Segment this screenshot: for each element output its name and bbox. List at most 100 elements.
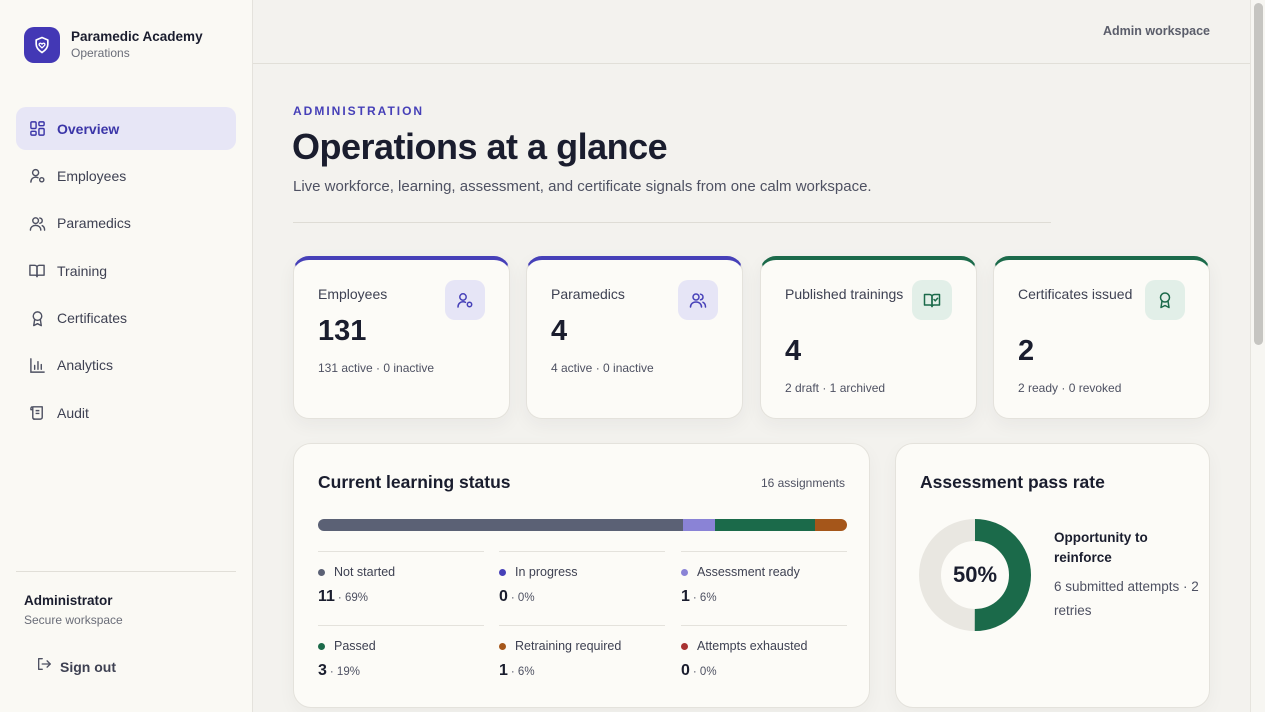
sidebar-item-paramedics[interactable]: Paramedics (16, 202, 236, 245)
user-subtitle: Secure workspace (24, 613, 123, 627)
stat-label: Certificates issued (1018, 286, 1133, 302)
status-label: Retraining required (515, 639, 622, 653)
scrollbar-thumb[interactable] (1254, 3, 1263, 345)
award-icon (1145, 280, 1185, 320)
sidebar-item-certificates[interactable]: Certificates (16, 297, 236, 340)
page-title: Operations at a glance (292, 126, 668, 167)
sidebar-item-training[interactable]: Training (16, 249, 236, 292)
sidebar-item-label: Paramedics (57, 215, 131, 232)
status-count: 11 (318, 588, 335, 605)
status-dot (499, 568, 506, 576)
stat-label: Published trainings (785, 286, 904, 302)
page-scrollbar[interactable] (1250, 0, 1265, 712)
stat-value: 131 (318, 315, 367, 347)
status-count: 0 (681, 662, 690, 679)
status-cell-retraining-required: Retraining required 1 · 6% (499, 625, 665, 679)
heart-shield-icon (24, 27, 60, 63)
book-icon (28, 262, 46, 280)
sidebar-item-analytics[interactable]: Analytics (16, 344, 236, 387)
status-dot (681, 642, 688, 650)
sidebar-item-employees[interactable]: Employees (16, 154, 236, 197)
panel-title: Current learning status (318, 472, 511, 492)
page-subtitle: Live workforce, learning, assessment, an… (293, 178, 872, 195)
progress-segment (683, 519, 715, 531)
status-percent: · 19% (329, 666, 360, 678)
status-label: In progress (515, 565, 578, 579)
status-cell-assessment-ready: Assessment ready 1 · 6% (681, 551, 847, 605)
top-bar: Admin workspace (253, 0, 1250, 64)
learning-progress-bar (318, 519, 847, 531)
user-gear-icon (445, 280, 485, 320)
book-check-icon (912, 280, 952, 320)
stat-note: 4 active · 0 inactive (551, 361, 654, 375)
stat-card-employees[interactable]: Employees 131 131 active · 0 inactive (293, 256, 510, 419)
stat-label: Paramedics (551, 286, 625, 302)
users-icon (28, 214, 46, 232)
brand-name: Paramedic Academy (71, 29, 203, 44)
status-count: 3 (318, 662, 327, 679)
status-count: 1 (681, 588, 690, 605)
panel-title: Assessment pass rate (920, 472, 1105, 492)
stat-note: 131 active · 0 inactive (318, 361, 435, 375)
stat-value: 2 (1018, 335, 1035, 367)
status-count: 1 (499, 662, 508, 679)
sign-out-label: Sign out (60, 658, 116, 675)
sidebar-item-label: Training (57, 262, 108, 279)
status-percent: · 69% (337, 592, 368, 604)
users-icon (678, 280, 718, 320)
sidebar-item-label: Audit (57, 404, 89, 421)
page-eyebrow: ADMINISTRATION (293, 104, 425, 118)
status-label: Assessment ready (697, 565, 800, 579)
status-percent: · 6% (510, 666, 535, 678)
sidebar-nav: Overview Employees Paramedics Training C… (16, 107, 236, 439)
stat-note: 2 draft · 1 archived (785, 381, 886, 395)
progress-segment (815, 519, 847, 531)
status-percent: · 6% (692, 592, 717, 604)
status-label: Passed (334, 639, 376, 653)
header-divider (293, 222, 1051, 223)
stat-card-published-trainings[interactable]: Published trainings 4 2 draft · 1 archiv… (760, 256, 977, 419)
progress-segment (714, 519, 816, 531)
stat-value: 4 (785, 335, 802, 367)
sidebar-item-label: Overview (57, 120, 120, 137)
sidebar: Paramedic Academy Operations Overview Em… (0, 0, 253, 712)
sidebar-item-audit[interactable]: Audit (16, 391, 236, 434)
brand[interactable]: Paramedic Academy Operations (24, 27, 203, 63)
stat-card-certificates-issued[interactable]: Certificates issued 2 2 ready · 0 revoke… (993, 256, 1210, 419)
progress-segment (318, 519, 683, 531)
workspace-label[interactable]: Admin workspace (1103, 24, 1210, 38)
status-cell-in-progress: In progress 0 · 0% (499, 551, 665, 605)
status-cell-not-started: Not started 11 · 69% (318, 551, 484, 605)
status-label: Attempts exhausted (697, 639, 808, 653)
status-count: 0 (499, 588, 508, 605)
user-name: Administrator (24, 593, 113, 608)
status-label: Not started (334, 565, 396, 579)
pass-rate-value: 50% (952, 562, 998, 587)
grid-icon (28, 120, 46, 138)
status-cell-passed: Passed 3 · 19% (318, 625, 484, 679)
sign-out-button[interactable]: Sign out (36, 656, 116, 677)
sidebar-item-label: Analytics (57, 357, 114, 374)
status-percent: · 0% (510, 592, 535, 604)
learning-status-panel: Current learning status 16 assignments N… (293, 443, 870, 708)
user-gear-icon (28, 167, 46, 185)
assessment-pass-rate-panel: Assessment pass rate 50% Opportunity to … (895, 443, 1210, 708)
pass-rate-headline: Opportunity to reinforce (1054, 530, 1148, 565)
status-dot (499, 642, 506, 650)
sidebar-item-overview[interactable]: Overview (16, 107, 236, 150)
status-dot (318, 568, 325, 576)
sidebar-item-label: Employees (57, 167, 127, 184)
status-dot (318, 642, 325, 650)
status-dot (681, 568, 688, 576)
stat-label: Employees (318, 286, 388, 302)
status-percent: · 0% (692, 666, 717, 678)
scroll-icon (28, 404, 46, 422)
stat-value: 4 (551, 315, 568, 347)
status-cell-attempts-exhausted: Attempts exhausted 0 · 0% (681, 625, 847, 679)
stat-card-paramedics[interactable]: Paramedics 4 4 active · 0 inactive (526, 256, 743, 419)
sidebar-divider (16, 571, 236, 572)
sign-out-icon (36, 656, 52, 677)
sidebar-item-label: Certificates (57, 310, 128, 327)
assignment-count: 16 assignments (760, 476, 845, 490)
pass-rate-note: 6 submitted attempts · 2 retries (1054, 579, 1199, 618)
